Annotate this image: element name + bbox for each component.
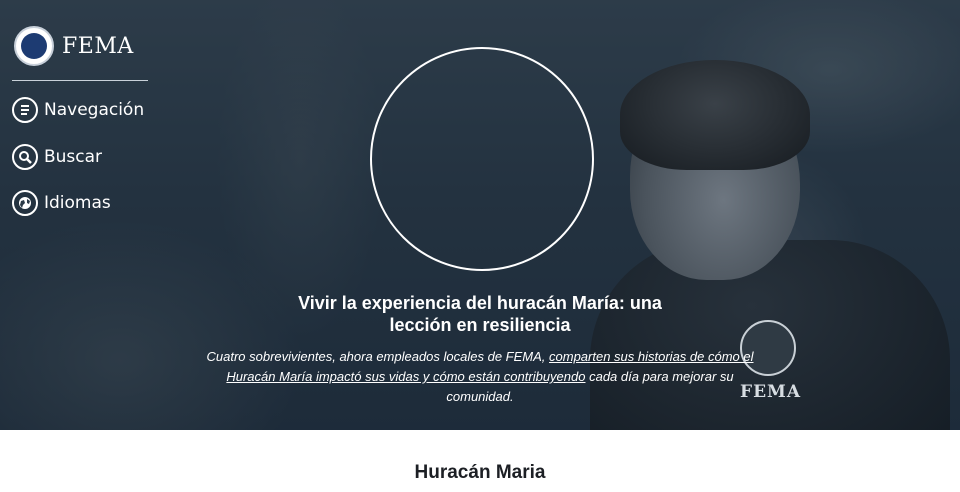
menu-icon [12, 97, 38, 123]
section-heading: Huracán Maria [414, 462, 546, 483]
fema-logo[interactable]: FEMA [14, 26, 134, 66]
hero-description: Cuatro sobrevivientes, ahora empleados l… [200, 347, 760, 407]
nav-item-buscar[interactable]: Buscar [12, 143, 102, 171]
sidebar-divider [12, 80, 148, 81]
nav-item-navegacion[interactable]: Navegación [12, 96, 144, 124]
nav-item-idiomas[interactable]: Idiomas [12, 189, 111, 217]
logo-text: FEMA [62, 33, 134, 59]
globe-icon [12, 190, 38, 216]
hero-title: Vivir la experiencia del huracán María: … [298, 293, 662, 335]
nav-label: Idiomas [44, 193, 111, 213]
hero-description-text: Cuatro sobrevivientes, ahora empleados l… [206, 349, 550, 364]
hero-circle-frame [370, 47, 594, 271]
nav-label: Buscar [44, 147, 103, 167]
nav-label: Navegación [44, 100, 145, 120]
dhs-seal-icon [14, 26, 54, 66]
search-icon [12, 144, 38, 170]
person-hair [620, 60, 810, 170]
